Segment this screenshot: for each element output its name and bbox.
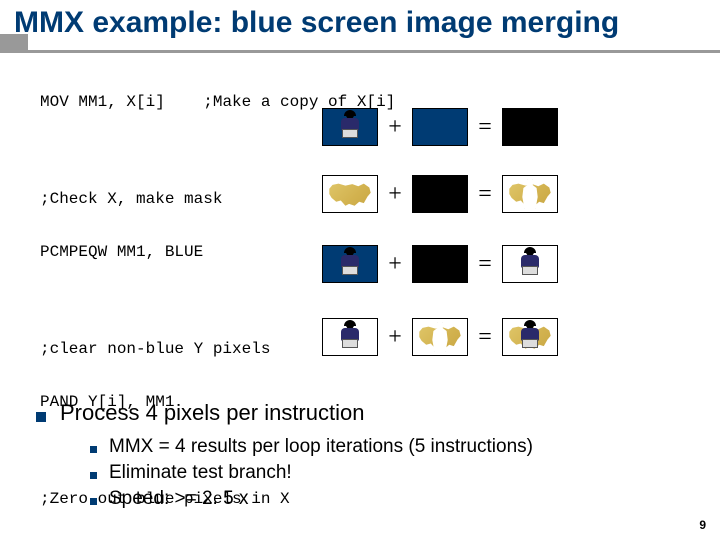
bullet-sub-3: Speed: >= 2. 5 x	[90, 488, 533, 510]
equals-icon: =	[476, 181, 494, 208]
equals-icon: =	[476, 324, 494, 351]
bullet-main: Process 4 pixels per instruction	[36, 400, 533, 426]
img-usa-masked	[412, 318, 468, 356]
bullet-icon	[36, 412, 46, 422]
img-mask	[412, 245, 468, 283]
diagram-row-2: + =	[322, 175, 558, 213]
bullet-sub-2-text: Eliminate test branch!	[109, 462, 292, 484]
img-person-blue	[322, 245, 378, 283]
img-mask	[412, 175, 468, 213]
diagram-row-1: + =	[322, 108, 558, 146]
img-usa	[322, 175, 378, 213]
title-underline	[0, 50, 720, 53]
bullet-sub-1: MMX = 4 results per loop iterations (5 i…	[90, 436, 533, 458]
bullet-main-text: Process 4 pixels per instruction	[60, 400, 364, 426]
slide: MMX example: blue screen image merging M…	[0, 0, 720, 540]
plus-icon: +	[386, 251, 404, 278]
plus-icon: +	[386, 181, 404, 208]
diagram-row-3: + =	[322, 245, 558, 283]
equals-icon: =	[476, 114, 494, 141]
page-number: 9	[699, 518, 706, 532]
equals-icon: =	[476, 251, 494, 278]
plus-icon: +	[386, 324, 404, 351]
img-blue	[412, 108, 468, 146]
img-final	[502, 318, 558, 356]
plus-icon: +	[386, 114, 404, 141]
img-person-white	[322, 318, 378, 356]
diagram-row-4: + =	[322, 318, 558, 356]
code-l1: MOV MM1, X[i]	[40, 93, 165, 111]
img-mask	[502, 108, 558, 146]
bullet-sub-3-text: Speed: >= 2. 5 x	[109, 488, 248, 510]
slide-title: MMX example: blue screen image merging	[14, 6, 619, 40]
bullet-list: Process 4 pixels per instruction MMX = 4…	[36, 400, 533, 514]
img-person-white	[502, 245, 558, 283]
img-usa-masked	[502, 175, 558, 213]
bullet-sub-2: Eliminate test branch!	[90, 462, 533, 484]
bullet-icon	[90, 446, 97, 453]
bullet-sub-1-text: MMX = 4 results per loop iterations (5 i…	[109, 436, 533, 458]
bullet-icon	[90, 472, 97, 479]
img-person-blue	[322, 108, 378, 146]
bullet-icon	[90, 498, 97, 505]
